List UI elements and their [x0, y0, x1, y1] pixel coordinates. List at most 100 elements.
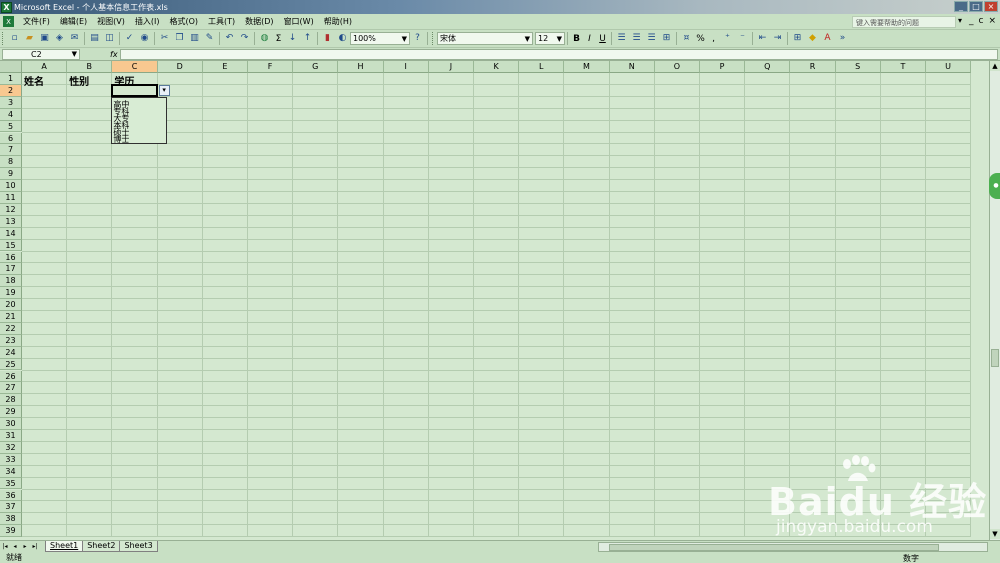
row-header-1[interactable]: 1 — [0, 73, 22, 85]
hyperlink-icon[interactable]: ◍ — [258, 32, 271, 45]
floating-assistant-icon[interactable]: ● — [989, 173, 1000, 199]
row-header-16[interactable]: 16 — [0, 251, 22, 264]
merge-center-icon[interactable]: ⊞ — [660, 32, 673, 45]
decrease-decimal-icon[interactable]: ⁻ — [736, 32, 749, 45]
row-header-3[interactable]: 3 — [0, 96, 22, 109]
column-header-s[interactable]: S — [835, 61, 881, 73]
tab-sheet2[interactable]: Sheet2 — [82, 541, 121, 552]
comma-button[interactable]: , — [707, 32, 720, 45]
help-icon[interactable]: ? — [411, 32, 424, 45]
toolbar-grip[interactable] — [432, 32, 435, 45]
open-folder-icon[interactable]: ▰ — [23, 32, 36, 45]
column-header-d[interactable]: D — [157, 61, 203, 73]
row-header-9[interactable]: 9 — [0, 168, 22, 181]
column-header-t[interactable]: T — [880, 61, 926, 73]
row-header-30[interactable]: 30 — [0, 418, 22, 430]
column-header-i[interactable]: I — [383, 61, 429, 73]
menu-format[interactable]: 格式(O) — [164, 16, 203, 27]
row-header-20[interactable]: 20 — [0, 299, 22, 311]
row-header-35[interactable]: 35 — [0, 477, 22, 490]
row-header-7[interactable]: 7 — [0, 144, 22, 157]
menu-window[interactable]: 窗口(W) — [279, 16, 319, 27]
next-sheet-icon[interactable]: ▸ — [20, 542, 30, 552]
email-icon[interactable]: ✉ — [68, 32, 81, 45]
vertical-scrollbar[interactable]: ▲ ▼ — [989, 61, 1000, 540]
bold-button[interactable]: B — [570, 32, 583, 45]
sort-ascending-icon[interactable]: ↓ — [286, 32, 299, 45]
prev-sheet-icon[interactable]: ◂ — [10, 542, 20, 552]
column-header-m[interactable]: M — [564, 61, 610, 73]
first-sheet-icon[interactable]: |◂ — [0, 542, 10, 552]
row-header-11[interactable]: 11 — [0, 192, 22, 204]
row-header-4[interactable]: 4 — [0, 108, 22, 121]
column-header-j[interactable]: J — [428, 61, 474, 73]
column-header-e[interactable]: E — [202, 61, 248, 73]
row-header-27[interactable]: 27 — [0, 382, 22, 395]
increase-decimal-icon[interactable]: ⁺ — [721, 32, 734, 45]
font-size-select[interactable]: 12 ▼ — [535, 32, 565, 45]
row-header-19[interactable]: 19 — [0, 287, 22, 300]
row-header-5[interactable]: 5 — [0, 120, 22, 133]
column-header-a[interactable]: A — [22, 61, 68, 73]
row-header-21[interactable]: 21 — [0, 311, 22, 323]
tab-sheet3[interactable]: Sheet3 — [119, 541, 158, 552]
menu-edit[interactable]: 编辑(E) — [55, 16, 92, 27]
underline-button[interactable]: U — [596, 32, 609, 45]
row-header-39[interactable]: 39 — [0, 525, 22, 538]
zoom-select[interactable]: 100% ▼ — [350, 32, 410, 45]
row-header-10[interactable]: 10 — [0, 180, 22, 192]
minimize-button[interactable]: _ — [954, 1, 968, 12]
menu-view[interactable]: 视图(V) — [92, 16, 130, 27]
dropdown-option[interactable]: 博士 — [112, 135, 165, 143]
menu-insert[interactable]: 插入(I) — [130, 16, 165, 27]
row-header-2[interactable]: 2 — [0, 84, 22, 97]
column-header-f[interactable]: F — [248, 61, 294, 73]
column-header-q[interactable]: Q — [745, 61, 791, 73]
row-header-28[interactable]: 28 — [0, 394, 22, 407]
select-all-corner[interactable] — [0, 61, 22, 73]
print-preview-icon[interactable]: ◫ — [103, 32, 116, 45]
vertical-scroll-thumb[interactable] — [991, 349, 999, 367]
menu-file[interactable]: 文件(F) — [18, 16, 55, 27]
row-header-12[interactable]: 12 — [0, 203, 22, 216]
insert-function-icon[interactable]: fx — [110, 50, 120, 59]
worksheet-grid[interactable]: A B C D E F G H I J K L M N O P Q R S T U 1 2 3 4 5 6 7 8 9 10 11 12 13 14… — [0, 61, 989, 540]
autosum-button[interactable]: Σ — [272, 32, 285, 45]
column-header-l[interactable]: L — [519, 61, 565, 73]
toolbar-options-icon[interactable]: » — [836, 32, 849, 45]
spelling-icon[interactable]: ✓ — [123, 32, 136, 45]
cut-icon[interactable]: ✂ — [158, 32, 171, 45]
help-search-input[interactable]: 键入需要帮助的问题 — [852, 16, 956, 28]
cell-a1[interactable]: 姓名 — [24, 73, 44, 88]
column-header-o[interactable]: O — [654, 61, 700, 73]
cell-b1[interactable]: 性别 — [69, 73, 89, 88]
name-box[interactable]: C2 ▼ — [2, 48, 80, 60]
row-header-17[interactable]: 17 — [0, 263, 22, 276]
percent-button[interactable]: % — [694, 32, 707, 45]
row-header-37[interactable]: 37 — [0, 501, 22, 514]
new-document-icon[interactable]: ▫ — [8, 32, 21, 45]
last-sheet-icon[interactable]: ▸| — [30, 542, 40, 552]
row-header-15[interactable]: 15 — [0, 239, 22, 252]
row-header-8[interactable]: 8 — [0, 156, 22, 169]
doc-minimize-button[interactable]: _ — [969, 16, 974, 26]
row-header-36[interactable]: 36 — [0, 489, 22, 502]
menu-tools[interactable]: 工具(T) — [203, 16, 240, 27]
align-right-icon[interactable]: ☰ — [645, 32, 658, 45]
excel-icon[interactable]: X — [1, 1, 12, 13]
doc-restore-button[interactable]: ⅽ — [979, 16, 984, 26]
column-header-c[interactable]: C — [112, 61, 158, 73]
menu-data[interactable]: 数据(D) — [240, 16, 278, 27]
active-cell-c2[interactable] — [111, 83, 158, 97]
column-header-r[interactable]: R — [790, 61, 836, 73]
formula-input[interactable] — [120, 48, 998, 60]
row-header-23[interactable]: 23 — [0, 334, 22, 347]
chart-wizard-icon[interactable]: ▮ — [321, 32, 334, 45]
research-icon[interactable]: ◉ — [138, 32, 151, 45]
undo-icon[interactable]: ↶ — [223, 32, 236, 45]
print-icon[interactable]: ▤ — [88, 32, 101, 45]
row-header-31[interactable]: 31 — [0, 430, 22, 442]
close-button[interactable]: × — [984, 1, 998, 12]
permission-icon[interactable]: ◈ — [53, 32, 66, 45]
row-header-29[interactable]: 29 — [0, 406, 22, 419]
